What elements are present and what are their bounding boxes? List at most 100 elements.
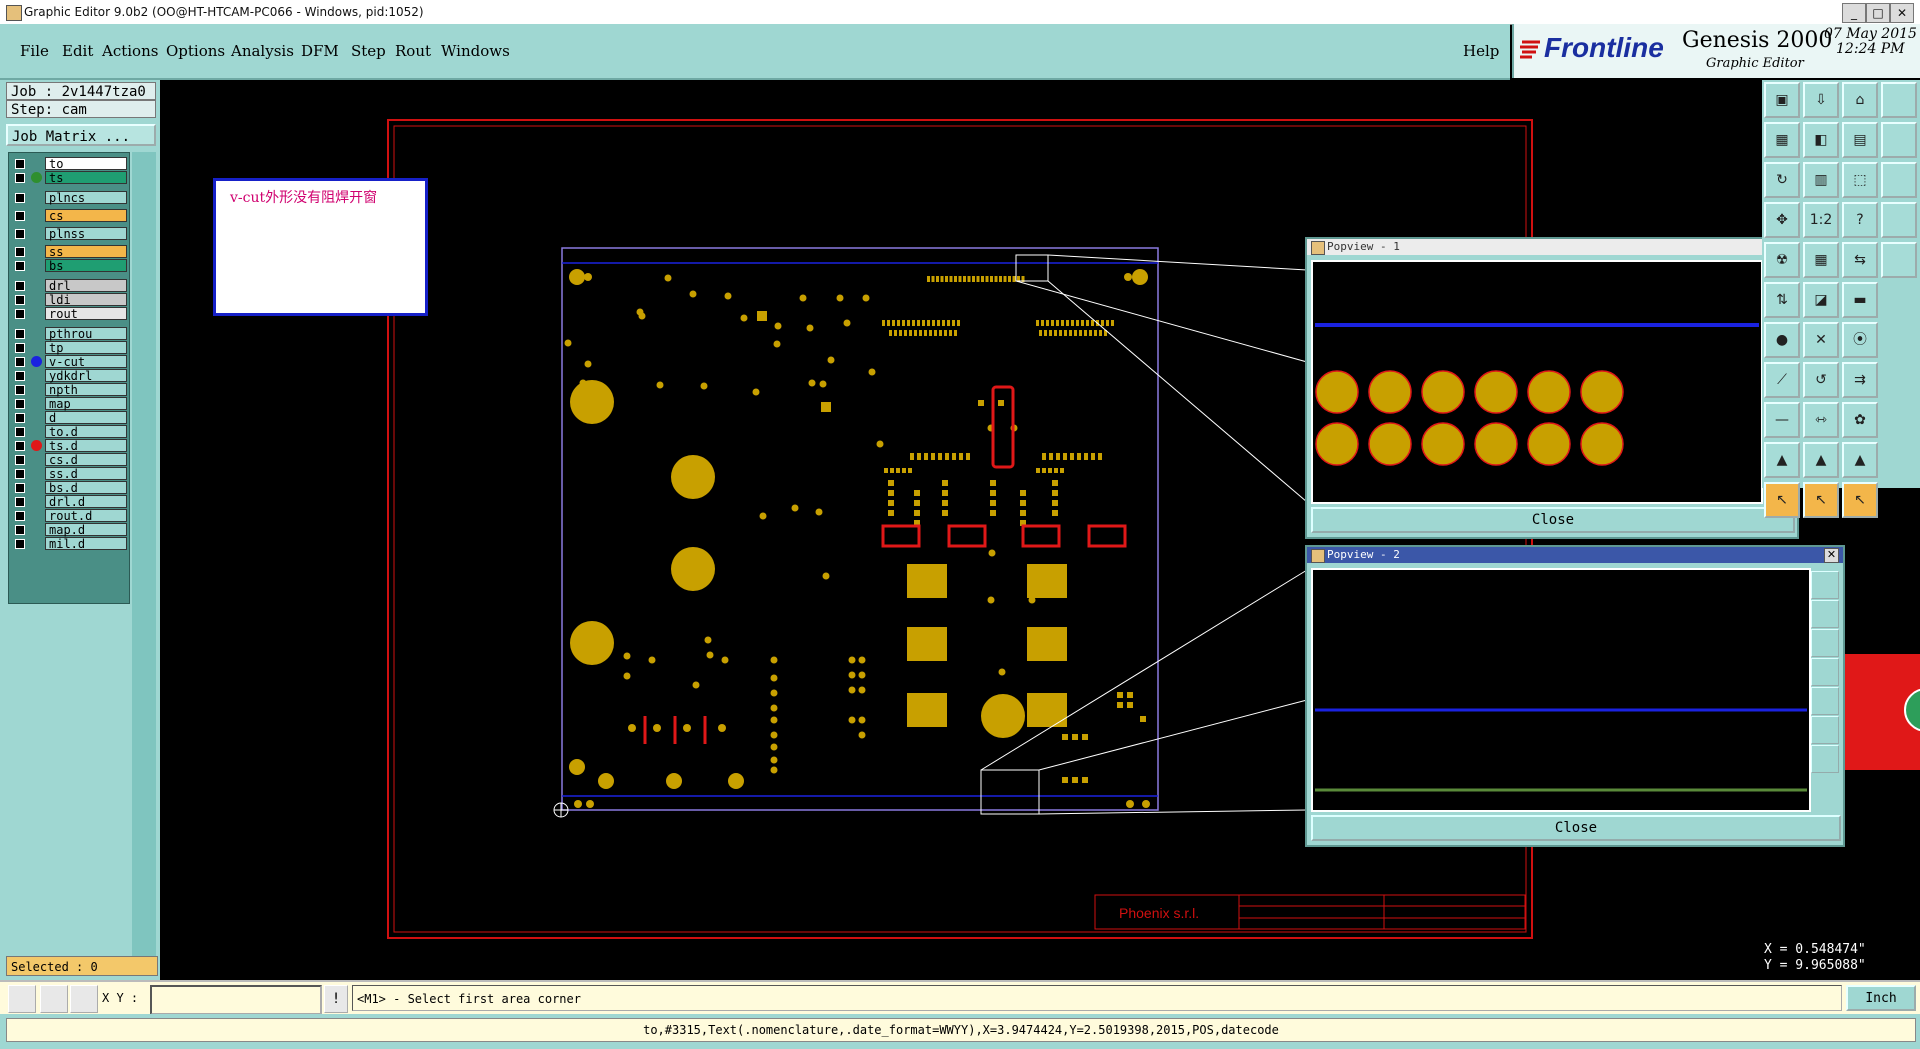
flip-icon[interactable]: ⇅ bbox=[1764, 282, 1800, 318]
layer-checkbox[interactable] bbox=[15, 261, 25, 271]
layer-checkbox[interactable] bbox=[15, 281, 25, 291]
left-icon[interactable]: ◧ bbox=[1803, 122, 1839, 158]
layer-row-to[interactable]: to bbox=[9, 157, 129, 171]
layer-checkbox[interactable] bbox=[15, 159, 25, 169]
popview-tool-button[interactable] bbox=[1811, 658, 1839, 686]
popview-2-view[interactable] bbox=[1311, 568, 1811, 812]
layer-row-ts[interactable]: ts bbox=[9, 171, 129, 185]
layer-name[interactable]: tp bbox=[45, 341, 127, 355]
layer-checkbox[interactable] bbox=[15, 343, 25, 353]
draw-line-icon[interactable]: ⟋ bbox=[1764, 362, 1800, 398]
layer-checkbox[interactable] bbox=[15, 295, 25, 305]
layer-color-dot[interactable] bbox=[31, 440, 42, 451]
layer-name[interactable]: map bbox=[45, 397, 127, 411]
popview-tool-button[interactable] bbox=[1811, 629, 1839, 657]
arc-icon[interactable]: ↺ bbox=[1803, 362, 1839, 398]
extra-tool-icon[interactable] bbox=[1881, 122, 1917, 158]
layer-row-plncs[interactable]: plncs bbox=[9, 191, 129, 205]
layer-checkbox[interactable] bbox=[15, 455, 25, 465]
swap-icon[interactable]: ⇆ bbox=[1842, 242, 1878, 278]
triangle-a-icon[interactable]: ▲ bbox=[1764, 442, 1800, 478]
menu-dfm[interactable]: DFM bbox=[301, 42, 339, 60]
layer-checkbox[interactable] bbox=[15, 441, 25, 451]
layer-row-bs-d[interactable]: bs.d bbox=[9, 481, 129, 495]
layer-name[interactable]: rout bbox=[45, 307, 127, 321]
layer-row-ss-d[interactable]: ss.d bbox=[9, 467, 129, 481]
layer-name[interactable]: ts bbox=[45, 171, 127, 185]
layer-checkbox[interactable] bbox=[15, 399, 25, 409]
grid-icon[interactable]: ▦ bbox=[1803, 242, 1839, 278]
layer-checkbox[interactable] bbox=[15, 483, 25, 493]
line-width-icon[interactable]: ▬ bbox=[1842, 282, 1878, 318]
scale-icon[interactable]: 1:2 bbox=[1803, 202, 1839, 238]
layer-checkbox[interactable] bbox=[15, 413, 25, 423]
layer-row-ldi[interactable]: ldi bbox=[9, 293, 129, 307]
layer-name[interactable]: mil.d bbox=[45, 537, 127, 551]
alert-icon[interactable]: ! bbox=[324, 985, 348, 1013]
menu-rout[interactable]: Rout bbox=[395, 42, 431, 60]
layer-row-npth[interactable]: npth bbox=[9, 383, 129, 397]
layer-row-drl[interactable]: drl bbox=[9, 279, 129, 293]
layer-row-cs[interactable]: cs bbox=[9, 209, 129, 223]
misc-icon[interactable]: ☢ bbox=[1764, 242, 1800, 278]
menu-windows[interactable]: Windows bbox=[441, 42, 510, 60]
select-b-icon[interactable]: ↖ bbox=[1803, 482, 1839, 518]
layer-color-dot[interactable] bbox=[31, 172, 42, 183]
menu-file[interactable]: File bbox=[20, 42, 49, 60]
node-icon[interactable]: ⦿ bbox=[1842, 322, 1878, 358]
layer-name[interactable]: plnss bbox=[45, 227, 127, 241]
popview-tool-button[interactable] bbox=[1811, 716, 1839, 744]
open-icon[interactable]: ▣ bbox=[1764, 82, 1800, 118]
pad-shape-icon[interactable]: ● bbox=[1764, 322, 1800, 358]
menu-step[interactable]: Step bbox=[351, 42, 386, 60]
cut-icon[interactable]: — bbox=[1764, 402, 1800, 438]
layer-name[interactable]: map.d bbox=[45, 523, 127, 537]
xy-input[interactable] bbox=[150, 985, 322, 1015]
layer-checkbox[interactable] bbox=[15, 511, 25, 521]
layer-row-d[interactable]: d bbox=[9, 411, 129, 425]
triangle-c-icon[interactable]: ▲ bbox=[1842, 442, 1878, 478]
layer-checkbox[interactable] bbox=[15, 173, 25, 183]
popview-2-close-icon[interactable]: ✕ bbox=[1824, 548, 1839, 563]
layer-row-cs-d[interactable]: cs.d bbox=[9, 453, 129, 467]
grid-icon[interactable] bbox=[70, 985, 98, 1013]
layer-row-drl-d[interactable]: drl.d bbox=[9, 495, 129, 509]
layer-color-dot[interactable] bbox=[31, 356, 42, 367]
stretch-icon[interactable]: ⇿ bbox=[1803, 402, 1839, 438]
layer-name[interactable]: to bbox=[45, 157, 127, 171]
popview-tool-button[interactable] bbox=[1811, 600, 1839, 628]
layer-name[interactable]: drl.d bbox=[45, 495, 127, 509]
popview-2-close-button[interactable]: Close bbox=[1311, 815, 1841, 841]
triangle-b-icon[interactable]: ▲ bbox=[1803, 442, 1839, 478]
units-dropdown[interactable]: Inch bbox=[1846, 985, 1916, 1011]
cross-icon[interactable]: ✕ bbox=[1803, 322, 1839, 358]
layer-row-map-d[interactable]: map.d bbox=[9, 523, 129, 537]
layer-row-bs[interactable]: bs bbox=[9, 259, 129, 273]
popview-tool-button[interactable] bbox=[1811, 571, 1839, 599]
home-icon[interactable]: ⌂ bbox=[1842, 82, 1878, 118]
layer-name[interactable]: npth bbox=[45, 383, 127, 397]
layer-name[interactable]: ss bbox=[45, 245, 127, 259]
layer-checkbox[interactable] bbox=[15, 329, 25, 339]
layer-name[interactable]: ts.d bbox=[45, 439, 127, 453]
layer-name[interactable]: cs.d bbox=[45, 453, 127, 467]
menu-analysis[interactable]: Analysis bbox=[231, 42, 294, 60]
layer-checkbox[interactable] bbox=[15, 525, 25, 535]
menu-actions[interactable]: Actions bbox=[102, 42, 158, 60]
save-icon[interactable]: ⇩ bbox=[1803, 82, 1839, 118]
right-icon[interactable]: ▤ bbox=[1842, 122, 1878, 158]
layer-row-ts-d[interactable]: ts.d bbox=[9, 439, 129, 453]
layer-name[interactable]: to.d bbox=[45, 425, 127, 439]
layer-name[interactable]: bs bbox=[45, 259, 127, 273]
select-a-icon[interactable]: ↖ bbox=[1764, 482, 1800, 518]
pan-icon[interactable]: ✥ bbox=[1764, 202, 1800, 238]
layer-row-pthrou[interactable]: pthrou bbox=[9, 327, 129, 341]
layer-name[interactable]: v-cut bbox=[45, 355, 127, 369]
popview-1-close-button[interactable]: Close bbox=[1311, 507, 1795, 533]
extra-tool-icon[interactable] bbox=[1881, 162, 1917, 198]
layer-checkbox[interactable] bbox=[15, 211, 25, 221]
layer-row-tp[interactable]: tp bbox=[9, 341, 129, 355]
layer-name[interactable]: rout.d bbox=[45, 509, 127, 523]
panel-icon[interactable]: ▦ bbox=[1764, 122, 1800, 158]
zoom-area-icon[interactable] bbox=[8, 985, 36, 1013]
